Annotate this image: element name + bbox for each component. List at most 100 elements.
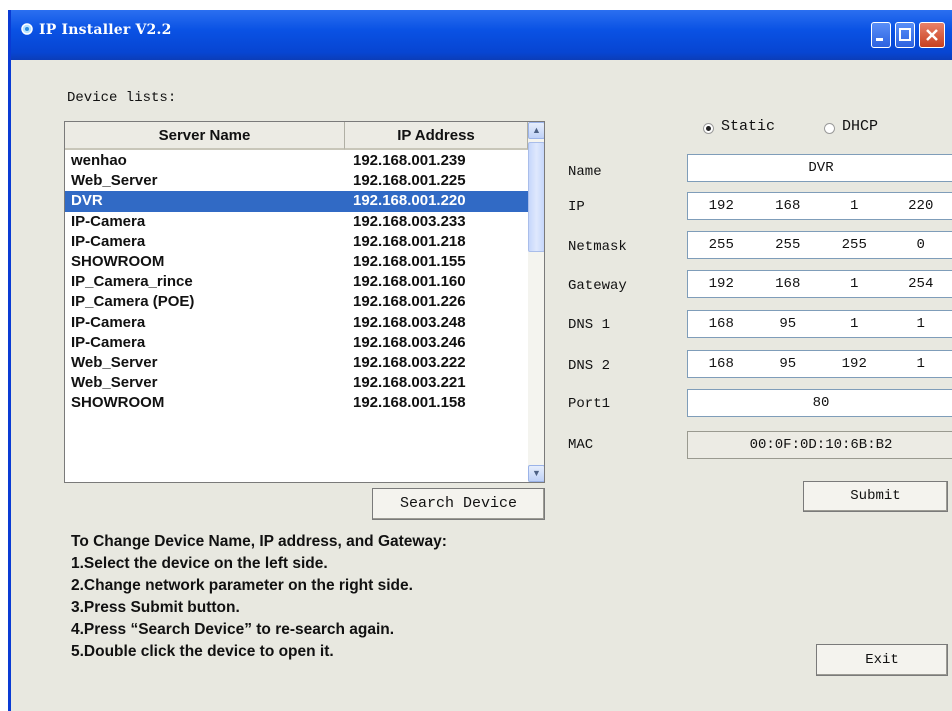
device-ip-address: 192.168.001.218 (353, 232, 466, 250)
device-ip-address: 192.168.001.226 (353, 293, 466, 311)
gateway-octet-3[interactable]: 1 (821, 276, 888, 292)
device-server-name: DVR (71, 192, 103, 210)
scroll-down-button[interactable]: ▼ (528, 465, 544, 482)
name-field[interactable]: DVR (687, 154, 952, 182)
dns1-label: DNS 1 (568, 317, 611, 333)
dns2-field[interactable]: 168 95 192 1 (687, 350, 952, 378)
dhcp-label: DHCP (842, 118, 879, 135)
close-button[interactable] (919, 22, 945, 48)
device-row[interactable]: IP-Camera 192.168.003.248 (65, 313, 528, 333)
dns2-octet-2[interactable]: 95 (755, 356, 822, 372)
maximize-button[interactable] (895, 22, 915, 48)
device-ip-address: 192.168.001.225 (353, 172, 466, 190)
minimize-button[interactable] (871, 22, 891, 48)
ip-octet-4[interactable]: 220 (888, 198, 952, 214)
device-row[interactable]: SHOWROOM 192.168.001.155 (65, 252, 528, 272)
ip-octet-1[interactable]: 192 (688, 198, 755, 214)
device-server-name: Web_Server (71, 374, 158, 392)
dns1-octet-4[interactable]: 1 (888, 316, 952, 332)
device-row[interactable]: IP-Camera 192.168.003.246 (65, 333, 528, 353)
dns2-octet-1[interactable]: 168 (688, 356, 755, 372)
netmask-octet-2[interactable]: 255 (755, 237, 822, 253)
netmask-octet-3[interactable]: 255 (821, 237, 888, 253)
mac-label: MAC (568, 437, 594, 453)
device-server-name: IP_Camera_rince (71, 273, 193, 291)
device-row[interactable]: wenhao 192.168.001.239 (65, 151, 528, 171)
device-ip-address: 192.168.001.220 (353, 192, 466, 210)
device-server-name: SHOWROOM (71, 252, 165, 270)
device-ip-address: 192.168.003.248 (353, 313, 466, 331)
search-device-button[interactable]: Search Device (372, 488, 545, 520)
device-rows: wenhao 192.168.001.239 Web_Server 192.168.0… (65, 151, 528, 413)
ip-octet-3[interactable]: 1 (821, 198, 888, 214)
dns2-octet-3[interactable]: 192 (821, 356, 888, 372)
device-server-name: IP-Camera (71, 313, 146, 331)
device-ip-address: 192.168.003.221 (353, 374, 466, 392)
static-radio[interactable] (703, 123, 714, 134)
device-row[interactable]: Web_Server 192.168.003.221 (65, 373, 528, 393)
device-server-name: Web_Server (71, 353, 158, 371)
instruction-step-1: 1.Select the device on the left side. (71, 555, 328, 572)
device-server-name: wenhao (71, 152, 127, 169)
device-ip-address: 192.168.003.233 (353, 212, 466, 230)
device-server-name: IP_Camera (POE) (71, 293, 195, 311)
ip-installer-window: IP Installer V2.2 Device lists: Server N… (8, 10, 952, 711)
name-value: DVR (808, 160, 834, 176)
column-header-ip-address[interactable]: IP Address (345, 122, 528, 150)
device-server-name: SHOWROOM (71, 394, 165, 412)
ip-field[interactable]: 192 168 1 220 (687, 192, 952, 220)
device-row[interactable]: SHOWROOM 192.168.001.158 (65, 393, 528, 413)
port-label: Port1 (568, 396, 611, 412)
ip-octet-2[interactable]: 168 (755, 198, 822, 214)
device-row[interactable]: Web_Server 192.168.001.225 (65, 171, 528, 191)
netmask-octet-4[interactable]: 0 (888, 237, 952, 253)
column-header-server-name[interactable]: Server Name (65, 122, 345, 150)
gateway-octet-2[interactable]: 168 (755, 276, 822, 292)
device-list[interactable]: Server Name IP Address wenhao 192.168.001… (64, 121, 545, 483)
gateway-octets: 192 168 1 254 (688, 271, 952, 297)
instruction-heading: To Change Device Name, IP address, and G… (71, 533, 447, 550)
device-row[interactable]: IP-Camera 192.168.001.218 (65, 232, 528, 252)
mac-field: 00:0F:0D:10:6B:B2 (687, 431, 952, 459)
device-ip-address: 192.168.003.222 (353, 353, 466, 371)
device-server-name: Web_Server (71, 172, 158, 190)
device-row[interactable]: DVR 192.168.001.220 (65, 191, 528, 212)
dns1-octet-1[interactable]: 168 (688, 316, 755, 332)
netmask-field[interactable]: 255 255 255 0 (687, 231, 952, 259)
name-label: Name (568, 164, 602, 180)
gateway-field[interactable]: 192 168 1 254 (687, 270, 952, 298)
device-row[interactable]: Web_Server 192.168.003.222 (65, 353, 528, 373)
device-ip-address: 192.168.001.160 (353, 273, 466, 291)
gateway-octet-1[interactable]: 192 (688, 276, 755, 292)
instruction-step-2: 2.Change network parameter on the right … (71, 577, 413, 594)
gateway-octet-4[interactable]: 254 (888, 276, 952, 292)
dns1-octet-3[interactable]: 1 (821, 316, 888, 332)
instruction-step-4: 4.Press “Search Device” to re-search aga… (71, 621, 395, 638)
device-row[interactable]: IP_Camera (POE) 192.168.001.226 (65, 292, 528, 312)
dns1-field[interactable]: 168 95 1 1 (687, 310, 952, 338)
dns2-octets: 168 95 192 1 (688, 351, 952, 377)
scroll-up-button[interactable]: ▲ (528, 122, 544, 139)
device-ip-address: 192.168.003.246 (353, 333, 466, 351)
port-field[interactable]: 80 (687, 389, 952, 417)
netmask-octet-1[interactable]: 255 (688, 237, 755, 253)
exit-button[interactable]: Exit (816, 644, 948, 676)
title-bar[interactable]: IP Installer V2.2 (11, 10, 952, 60)
instruction-step-3: 3.Press Submit button. (71, 599, 240, 616)
dns1-octet-2[interactable]: 95 (755, 316, 822, 332)
netmask-label: Netmask (568, 239, 627, 255)
netmask-octets: 255 255 255 0 (688, 232, 952, 258)
app-icon (21, 23, 33, 35)
device-row[interactable]: IP-Camera 192.168.003.233 (65, 212, 528, 232)
submit-button[interactable]: Submit (803, 481, 948, 512)
scroll-thumb[interactable] (528, 142, 544, 252)
gateway-label: Gateway (568, 278, 627, 294)
device-row[interactable]: IP_Camera_rince 192.168.001.160 (65, 272, 528, 292)
window-title: IP Installer V2.2 (39, 22, 172, 38)
dhcp-radio[interactable] (824, 123, 835, 134)
dns2-octet-4[interactable]: 1 (888, 356, 952, 372)
maximize-icon (899, 28, 911, 41)
instruction-step-5: 5.Double click the device to open it. (71, 643, 334, 660)
device-ip-address: 192.168.001.155 (353, 252, 466, 270)
device-list-scrollbar[interactable]: ▲ ▼ (528, 122, 544, 482)
